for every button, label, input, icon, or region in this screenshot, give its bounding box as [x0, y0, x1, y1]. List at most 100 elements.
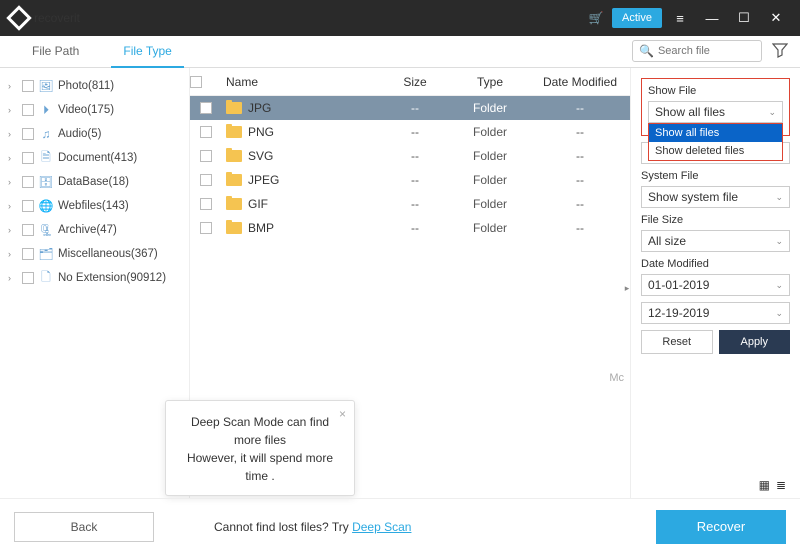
- table-row[interactable]: PNG--Folder--: [190, 120, 630, 144]
- sidebar-item[interactable]: ›⏵Video(175): [0, 98, 189, 122]
- checkbox[interactable]: [22, 224, 34, 236]
- row-checkbox[interactable]: [200, 150, 212, 162]
- list-view-icon[interactable]: ≣: [776, 478, 786, 492]
- deep-scan-link[interactable]: Deep Scan: [352, 520, 411, 534]
- category-icon: 🗜: [38, 223, 54, 237]
- table-row[interactable]: JPEG--Folder--: [190, 168, 630, 192]
- select-all-checkbox[interactable]: [190, 76, 202, 88]
- apply-button[interactable]: Apply: [719, 330, 791, 354]
- search-box[interactable]: 🔍: [632, 40, 762, 62]
- table-row[interactable]: GIF--Folder--: [190, 192, 630, 216]
- sidebar-item[interactable]: ›🌐Webfiles(143): [0, 194, 189, 218]
- maximize-icon[interactable]: ☐: [730, 4, 758, 32]
- file-type: Folder: [450, 197, 530, 211]
- close-icon[interactable]: ✕: [762, 4, 790, 32]
- chevron-right-icon: ›: [8, 225, 18, 235]
- footer: Back Cannot find lost files? Try Deep Sc…: [0, 498, 800, 554]
- file-size-select[interactable]: All size⌄: [641, 230, 790, 252]
- chevron-right-icon: ›: [8, 81, 18, 91]
- sidebar-item-label: Archive(47): [58, 224, 117, 236]
- folder-icon: [226, 102, 242, 114]
- col-name[interactable]: Name: [222, 75, 380, 89]
- checkbox[interactable]: [22, 176, 34, 188]
- checkbox[interactable]: [22, 104, 34, 116]
- folder-icon: [226, 150, 242, 162]
- search-icon: 🔍: [639, 44, 654, 58]
- col-size[interactable]: Size: [380, 75, 450, 89]
- checkbox[interactable]: [22, 200, 34, 212]
- file-type: Folder: [450, 149, 530, 163]
- sidebar-item[interactable]: › 🗜 Archive(47): [0, 218, 189, 242]
- logo-icon: [6, 5, 31, 30]
- show-file-select[interactable]: Show all files⌄ Show all files Show dele…: [648, 101, 783, 123]
- category-icon: 🖼: [38, 79, 54, 93]
- reset-button[interactable]: Reset: [641, 330, 713, 354]
- sidebar-item[interactable]: ›🗄DataBase(18): [0, 170, 189, 194]
- grid-view-icon[interactable]: ▦: [759, 478, 770, 492]
- back-button[interactable]: Back: [14, 512, 154, 542]
- row-checkbox[interactable]: [200, 198, 212, 210]
- date-to-select[interactable]: 12-19-2019⌄: [641, 302, 790, 324]
- file-name: BMP: [248, 221, 274, 235]
- show-file-label: Show File: [648, 85, 783, 97]
- menu-icon[interactable]: ≡: [666, 4, 694, 32]
- tab-file-path[interactable]: File Path: [10, 36, 101, 67]
- checkbox[interactable]: [22, 152, 34, 164]
- row-checkbox[interactable]: [200, 174, 212, 186]
- sidebar-item-label: Miscellaneous(367): [58, 248, 158, 260]
- sidebar-item[interactable]: ›🗋No Extension(90912): [0, 266, 189, 290]
- sidebar-item-label: Video(175): [58, 104, 114, 116]
- category-icon: 🗄: [38, 175, 54, 189]
- recover-button[interactable]: Recover: [656, 510, 786, 544]
- table-row[interactable]: JPG--Folder--: [190, 96, 630, 120]
- dropdown-option[interactable]: Show all files: [649, 124, 782, 142]
- chevron-right-icon: ›: [8, 273, 18, 283]
- minimize-icon[interactable]: —: [698, 4, 726, 32]
- category-icon: 🌐: [38, 199, 54, 213]
- folder-icon: [226, 126, 242, 138]
- sidebar-item[interactable]: ›🗂Miscellaneous(367): [0, 242, 189, 266]
- checkbox[interactable]: [22, 248, 34, 260]
- sidebar-item-label: Photo(811): [58, 80, 114, 92]
- col-type[interactable]: Type: [450, 75, 530, 89]
- checkbox[interactable]: [22, 272, 34, 284]
- table-row[interactable]: SVG--Folder--: [190, 144, 630, 168]
- checkbox[interactable]: [22, 128, 34, 140]
- system-file-label: System File: [641, 170, 790, 182]
- file-modified: --: [530, 173, 630, 187]
- tab-file-type[interactable]: File Type: [101, 36, 193, 67]
- sidebar-item[interactable]: ›🗎Document(413): [0, 146, 189, 170]
- active-button[interactable]: Active: [612, 8, 662, 28]
- chevron-right-icon: ›: [8, 177, 18, 187]
- file-modified: --: [530, 149, 630, 163]
- date-from-select[interactable]: 01-01-2019⌄: [641, 274, 790, 296]
- show-file-box: Show File Show all files⌄ Show all files…: [641, 78, 790, 136]
- sidebar-item[interactable]: › 🖼 Photo(811): [0, 74, 189, 98]
- file-type: Folder: [450, 125, 530, 139]
- row-checkbox[interactable]: [200, 126, 212, 138]
- dropdown-option[interactable]: Show deleted files: [649, 142, 782, 160]
- tooltip-close-icon[interactable]: ×: [339, 405, 346, 423]
- table-row[interactable]: BMP--Folder--: [190, 216, 630, 240]
- file-name: JPG: [248, 101, 271, 115]
- chevron-right-icon: ›: [8, 249, 18, 259]
- cart-icon[interactable]: 🛒: [584, 6, 608, 30]
- checkbox[interactable]: [22, 80, 34, 92]
- col-modified[interactable]: Date Modified: [530, 75, 630, 89]
- search-input[interactable]: [658, 45, 755, 57]
- sidebar-item[interactable]: ›♫Audio(5): [0, 122, 189, 146]
- app-logo: recoverit: [10, 9, 80, 27]
- file-size: --: [380, 149, 450, 163]
- system-file-select[interactable]: Show system file⌄: [641, 186, 790, 208]
- title-bar: recoverit 🛒 Active ≡ — ☐ ✕: [0, 0, 800, 36]
- row-checkbox[interactable]: [200, 222, 212, 234]
- collapse-handle[interactable]: ▸: [623, 268, 631, 308]
- category-icon: ⏵: [38, 103, 54, 117]
- row-checkbox[interactable]: [200, 102, 212, 114]
- file-type: Folder: [450, 173, 530, 187]
- file-name: GIF: [248, 197, 268, 211]
- filter-icon[interactable]: [772, 42, 788, 58]
- folder-icon: [226, 198, 242, 210]
- file-modified: --: [530, 221, 630, 235]
- file-size: --: [380, 125, 450, 139]
